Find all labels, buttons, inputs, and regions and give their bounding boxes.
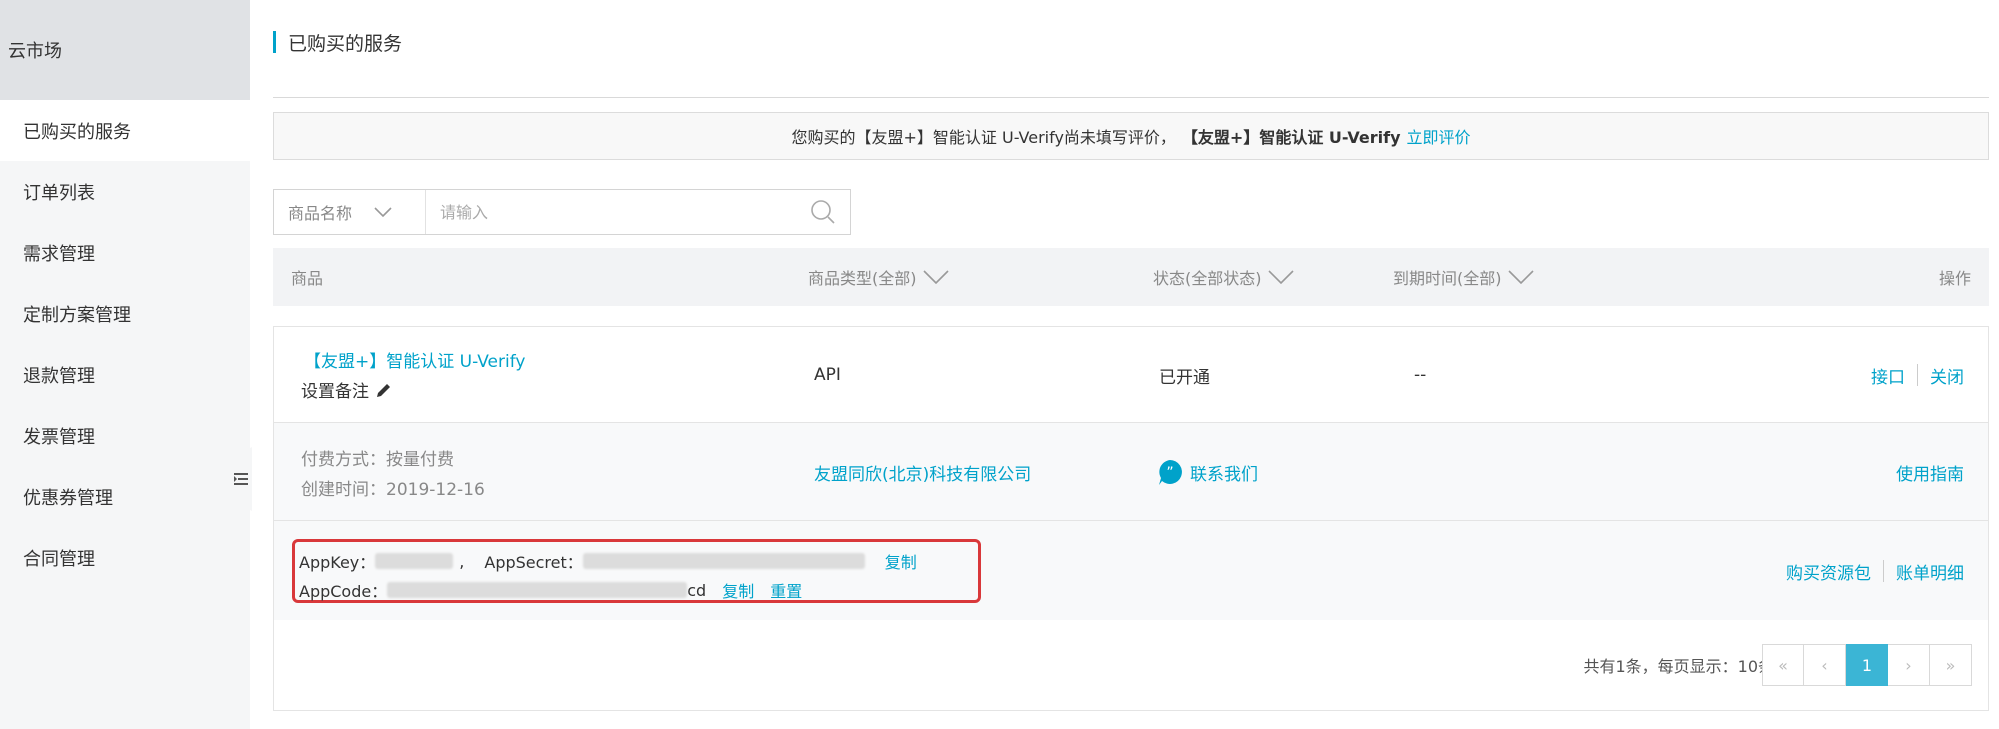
product-type: API [814,365,841,385]
table-header: 商品 商品类型(全部) 状态(全部状态) 到期时间(全部) 操作 [273,248,1989,306]
header-actions: 操作 [1938,269,1971,288]
reset-appcode-button[interactable]: 重置 [770,578,802,602]
header-expire-label: 到期时间(全部) [1393,269,1502,288]
appcode-label: AppCode： [299,582,388,601]
first-page-button[interactable]: « [1762,644,1804,686]
pagination: « ‹ 1 › » [1762,644,1972,686]
sidebar-item-refunds[interactable]: 退款管理 [0,344,250,405]
interface-link[interactable]: 接口 [1871,363,1905,388]
prev-page-button[interactable]: ‹ [1804,644,1846,686]
credential-actions: 购买资源包 账单明细 [1786,521,1964,621]
header-status-label: 状态(全部状态) [1153,269,1262,288]
next-page-button[interactable]: › [1888,644,1930,686]
appcode-value-redacted [387,582,688,598]
appsecret-value-redacted [582,553,865,569]
sidebar-item-orders[interactable]: 订单列表 [0,161,250,222]
remark-label: 设置备注 [301,382,369,402]
search-icon [811,200,835,224]
sidebar-item-contracts[interactable]: 合同管理 [0,527,250,588]
row-actions: 接口 关闭 [1871,327,1964,423]
action-divider [1883,560,1884,582]
bill-detail-link[interactable]: 账单明细 [1896,559,1964,584]
buy-resource-pack-link[interactable]: 购买资源包 [1786,559,1871,584]
search-input[interactable] [426,191,796,233]
search-field-label: 商品名称 [288,204,353,223]
sidebar-item-invoices[interactable]: 发票管理 [0,405,250,466]
chevron-down-icon [922,270,949,284]
page-title-text: 已购买的服务 [288,32,403,55]
appsecret-label: AppSecret： [484,553,583,572]
pagination-row: 共有1条，每页显示：10条 « ‹ 1 › » [273,620,1989,711]
appcode-line: AppCode： cd 复制 重置 [299,578,802,602]
table-row-detail: 付费方式：按量付费 创建时间：2019-12-16 友盟同欣(北京)科技有限公司… [273,422,1989,521]
expire-time: -- [1414,365,1427,385]
action-divider [1917,364,1918,386]
menu-collapse-icon [234,473,248,485]
search-field-select[interactable]: 商品名称 [274,190,426,234]
contact-us-button[interactable]: ” 联系我们 [1156,423,1258,521]
separator-comma: , [459,551,465,571]
contact-us-label: 联系我们 [1190,464,1258,485]
header-status-filter[interactable]: 状态(全部状态) [1153,248,1294,306]
chat-icon: ” [1159,460,1182,485]
pagination-summary: 共有1条，每页显示：10条 [1583,657,1774,676]
review-notice-banner: 您购买的【友盟+】智能认证 U-Verify尚未填写评价， 【友盟+】智能认证 … [273,112,1989,160]
page-title: 已购买的服务 [273,28,402,56]
sidebar-item-requirements[interactable]: 需求管理 [0,222,250,283]
svg-text:”: ” [1166,465,1173,481]
table-row: 【友盟+】智能认证 U-Verify 设置备注 API 已开通 -- 接口 关闭 [273,326,1989,423]
chevron-down-icon [374,207,392,218]
created-time: 创建时间：2019-12-16 [301,480,485,500]
notice-product: 【友盟+】智能认证 U-Verify [1181,128,1401,147]
sidebar: 云市场 已购买的服务 订单列表 需求管理 定制方案管理 退款管理 发票管理 优惠… [0,0,250,729]
search-bar: 商品名称 [273,189,851,235]
last-page-button[interactable]: » [1930,644,1972,686]
close-link[interactable]: 关闭 [1930,363,1964,388]
main-content: 已购买的服务 您购买的【友盟+】智能认证 U-Verify尚未填写评价， 【友盟… [273,0,1989,729]
copy-appsecret-button[interactable]: 复制 [885,549,917,573]
table-row-credentials: AppKey： , AppSecret： 复制 AppCode： cd 复制 重… [273,520,1989,622]
pay-mode: 付费方式：按量付费 [301,450,454,470]
page-1-button[interactable]: 1 [1846,644,1888,686]
set-remark-button[interactable]: 设置备注 [301,377,393,402]
appkey-label: AppKey： [299,553,376,572]
sidebar-item-coupons[interactable]: 优惠券管理 [0,466,250,527]
product-status: 已开通 [1159,367,1210,388]
title-divider [273,97,1989,98]
review-now-link[interactable]: 立即评价 [1407,124,1471,148]
appkey-value-redacted [375,553,454,569]
appkey-line: AppKey： , AppSecret： 复制 [299,549,917,573]
copy-appcode-button[interactable]: 复制 [722,578,754,602]
appcode-tail: cd [687,580,707,600]
vendor-link[interactable]: 友盟同欣(北京)科技有限公司 [814,423,1031,521]
search-button[interactable] [796,199,850,225]
product-name-link[interactable]: 【友盟+】智能认证 U-Verify [304,347,525,372]
header-type-filter[interactable]: 商品类型(全部) [808,248,949,306]
title-accent-bar [273,31,276,53]
sidebar-header: 云市场 [0,0,250,100]
usage-guide-link[interactable]: 使用指南 [1896,423,1964,521]
edit-pencil-icon [377,383,390,397]
header-type-label: 商品类型(全部) [808,269,917,288]
notice-text: 您购买的【友盟+】智能认证 U-Verify尚未填写评价， [791,128,1176,147]
chevron-down-icon [1267,270,1294,284]
header-product: 商品 [291,269,324,288]
chevron-down-icon [1507,270,1534,284]
sidebar-item-custom-plans[interactable]: 定制方案管理 [0,283,250,344]
header-expire-filter[interactable]: 到期时间(全部) [1393,248,1534,306]
sidebar-item-purchased-services[interactable]: 已购买的服务 [0,100,250,161]
